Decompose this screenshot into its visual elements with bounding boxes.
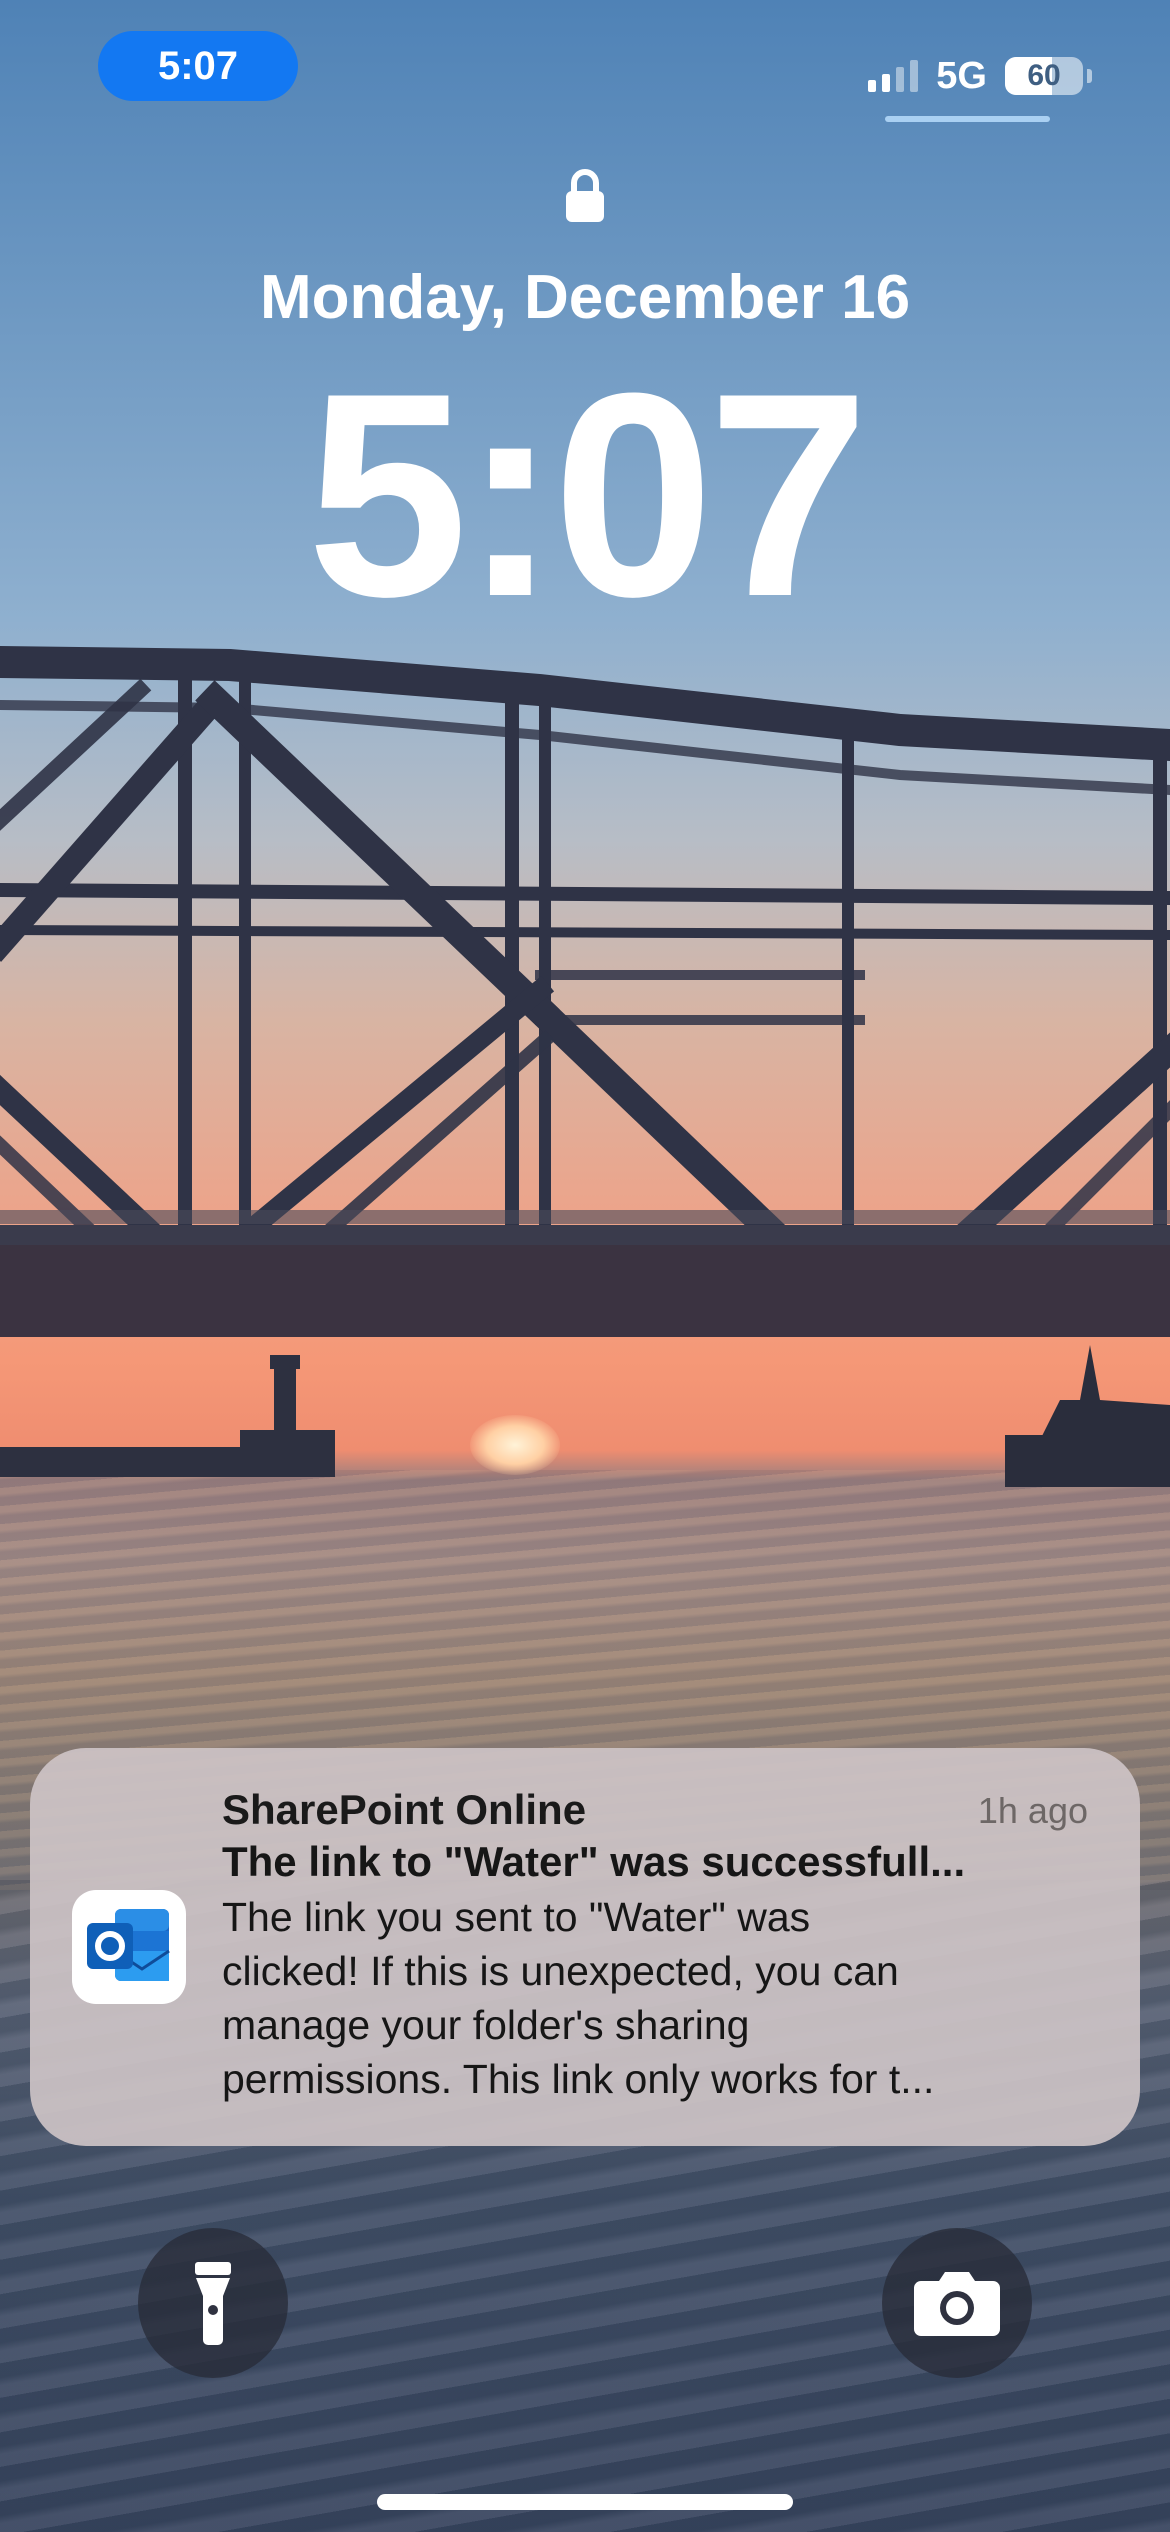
- notification-body-line: The link you sent to "Water" was: [222, 1894, 811, 1940]
- flashlight-button[interactable]: [138, 2228, 288, 2378]
- lock-screen-date: Monday, December 16: [259, 263, 911, 332]
- camera-icon: [914, 2272, 1000, 2336]
- notification-body-line: clicked! If this is unexpected, you can: [222, 1948, 899, 1994]
- battery-icon: 60: [1005, 57, 1083, 95]
- home-indicator[interactable]: [377, 2494, 793, 2510]
- notification-body-line: permissions. This link only works for t.…: [222, 2056, 935, 2102]
- notification-card[interactable]: SharePoint Online 1h ago The link to "Wa…: [30, 1748, 1140, 2146]
- notification-timestamp: 1h ago: [977, 1790, 1088, 1831]
- lock-icon: [566, 169, 604, 222]
- status-bar-underline: [885, 116, 1050, 122]
- status-bar-time: 5:07: [157, 43, 239, 88]
- outlook-app-icon: [72, 1890, 186, 2004]
- network-type-label: 5G: [936, 54, 987, 97]
- status-bar-time-pill[interactable]: 5:07: [98, 31, 298, 101]
- lock-screen: 5:07 5G 60 Monday, December 16 5:07 Shar…: [0, 0, 1170, 2532]
- flashlight-icon: [195, 2262, 231, 2345]
- lock-screen-clock: 5:07: [306, 333, 869, 657]
- notification-title: The link to "Water" was successfull...: [222, 1838, 966, 1885]
- battery-terminal: [1087, 69, 1092, 83]
- notification-body: The link you sent to "Water" was clicked…: [222, 1890, 1107, 2106]
- cellular-signal-icon: [868, 60, 919, 92]
- notification-body-line: manage your folder's sharing: [222, 2002, 750, 2048]
- camera-button[interactable]: [882, 2228, 1032, 2378]
- notification-app-name: SharePoint Online: [222, 1786, 587, 1833]
- battery-percent: 60: [1027, 59, 1061, 92]
- status-bar-indicators[interactable]: 5G 60: [868, 52, 1092, 100]
